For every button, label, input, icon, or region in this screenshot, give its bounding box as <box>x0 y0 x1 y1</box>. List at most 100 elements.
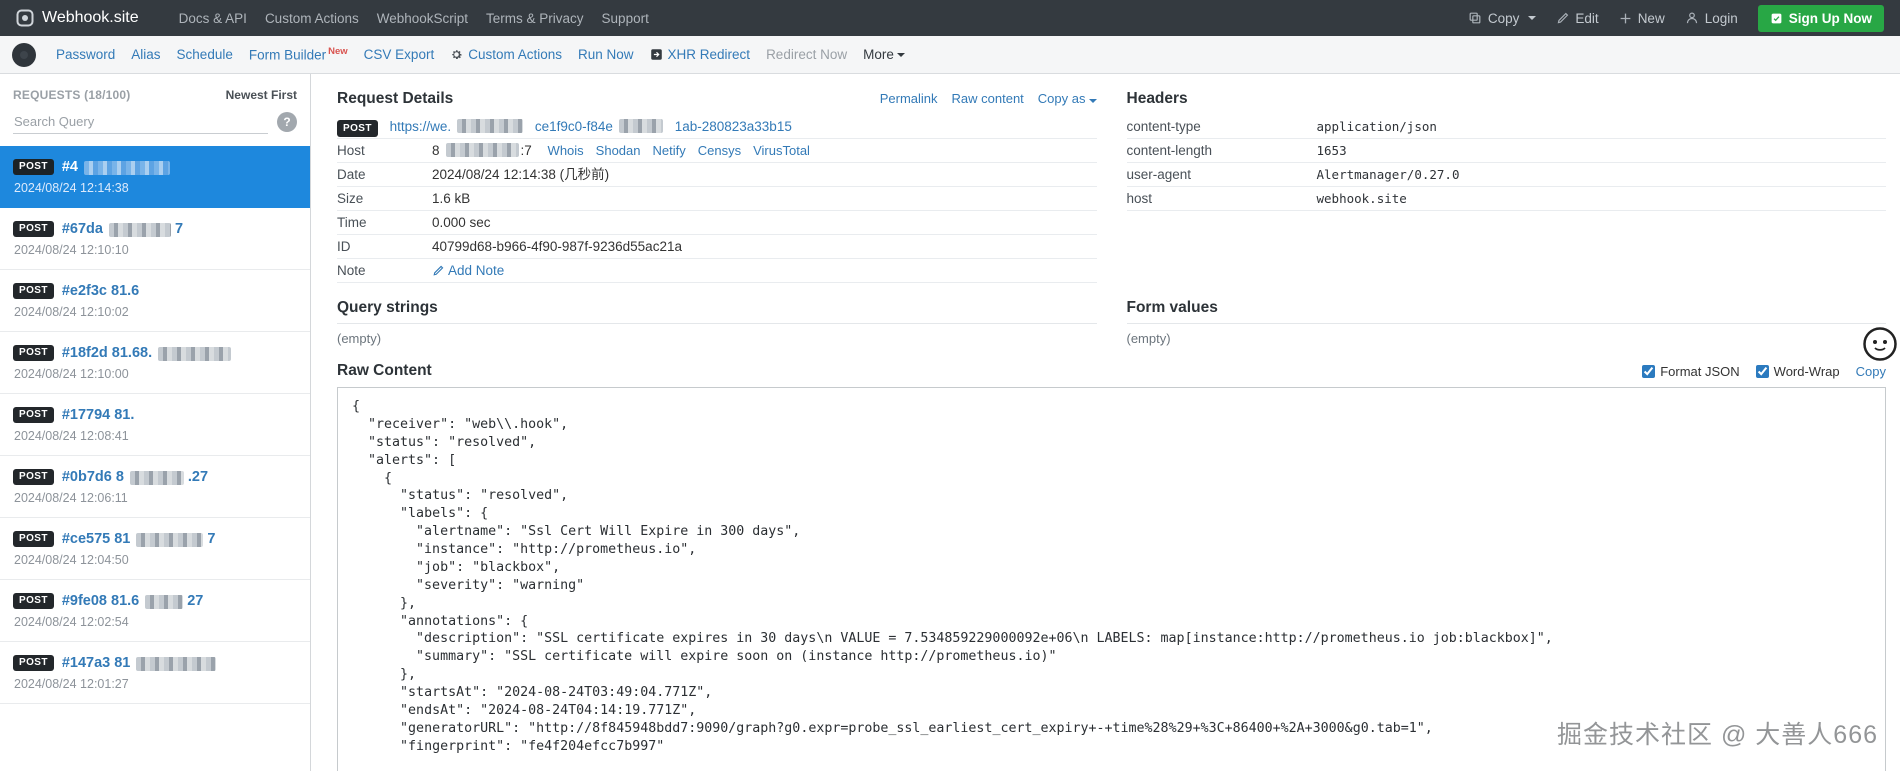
format-json-checkbox[interactable] <box>1642 365 1655 378</box>
request-time: 2024/08/24 12:04:50 <box>13 553 297 567</box>
nav-link-custom-actions[interactable]: Custom Actions <box>265 11 359 26</box>
form-values-title: Form values <box>1127 299 1887 317</box>
whois-link[interactable]: Whois <box>548 143 584 158</box>
request-list-item[interactable]: POST#18f2d 81.68. 2024/08/24 12:10:00 <box>0 332 310 394</box>
netify-link[interactable]: Netify <box>653 143 686 158</box>
toolbar-schedule[interactable]: Schedule <box>177 47 233 62</box>
header-name: content-type <box>1127 115 1317 139</box>
add-note-button[interactable]: Add Note <box>432 263 504 278</box>
method-badge: POST <box>13 593 54 609</box>
navbar-actions: Copy Edit New Login Sign Up Now <box>1468 5 1884 32</box>
copy-dropdown-button[interactable]: Copy <box>1468 11 1537 26</box>
search-input[interactable] <box>13 110 268 134</box>
request-id: 27 <box>187 593 203 609</box>
request-list-item[interactable]: POST#147a3 81 2024/08/24 12:01:27 <box>0 642 310 704</box>
requests-count-title: REQUESTS (18/100) <box>13 88 130 102</box>
toolbar-form-builder[interactable]: Form BuilderNew <box>249 46 348 63</box>
format-json-toggle[interactable]: Format JSON <box>1642 364 1739 379</box>
copy-as-label: Copy as <box>1038 91 1086 106</box>
method-badge: POST <box>13 345 54 361</box>
login-button[interactable]: Login <box>1685 11 1738 26</box>
brand-link[interactable]: Webhook.site <box>16 9 139 27</box>
time-label: Time <box>337 211 432 235</box>
toolbar-password[interactable]: Password <box>56 47 115 62</box>
request-id: #17794 81. <box>62 407 135 423</box>
redacted-blur <box>84 161 170 175</box>
request-id: #147a3 81 <box>62 655 131 671</box>
sort-toggle[interactable]: Newest First <box>226 88 297 102</box>
header-name: content-length <box>1127 139 1317 163</box>
nav-link-docs-api[interactable]: Docs & API <box>179 11 247 26</box>
webhook-logo-icon <box>16 9 34 27</box>
toolbar-custom-actions[interactable]: Custom Actions <box>450 47 562 62</box>
edit-button[interactable]: Edit <box>1556 11 1598 26</box>
request-list-item[interactable]: POST#ce575 817 2024/08/24 12:04:50 <box>0 518 310 580</box>
user-icon <box>1685 11 1699 25</box>
query-strings-section: Query strings (empty) <box>337 283 1097 350</box>
request-id: #4 <box>62 159 78 175</box>
request-time: 2024/08/24 12:10:10 <box>13 243 297 257</box>
request-list-item[interactable]: POST#e2f3c 81.6 2024/08/24 12:10:02 <box>0 270 310 332</box>
nav-link-webhookscript[interactable]: WebhookScript <box>377 11 468 26</box>
raw-content-code[interactable]: { "receiver": "web\\.hook", "status": "r… <box>337 387 1886 771</box>
id-value: 40799d68-b966-4f90-987f-9236d55ac21a <box>432 235 1097 259</box>
header-row: content-length 1653 <box>1127 139 1887 163</box>
new-button[interactable]: New <box>1619 11 1665 26</box>
time-row: Time 0.000 sec <box>337 211 1097 235</box>
help-button[interactable]: ? <box>277 112 297 132</box>
toolbar-alias[interactable]: Alias <box>131 47 160 62</box>
form-values-empty: (empty) <box>1127 324 1887 350</box>
request-time: 2024/08/24 12:08:41 <box>13 429 297 443</box>
word-wrap-checkbox[interactable] <box>1756 365 1769 378</box>
edit-icon <box>1556 12 1569 25</box>
xhr-redirect-label: XHR Redirect <box>668 47 751 62</box>
redacted-blur <box>130 471 184 485</box>
word-wrap-label: Word-Wrap <box>1774 364 1840 379</box>
method-badge: POST <box>337 120 378 137</box>
toolbar-xhr-redirect[interactable]: XHR Redirect <box>650 47 751 62</box>
pencil-icon <box>432 265 444 277</box>
redacted-blur <box>136 533 203 547</box>
request-url-link[interactable]: https://we. <box>390 119 452 134</box>
nav-link-support[interactable]: Support <box>602 11 649 26</box>
caret-down-icon <box>897 53 905 57</box>
request-list-item[interactable]: POST#4 2024/08/24 12:14:38 <box>0 146 310 208</box>
censys-link[interactable]: Censys <box>698 143 741 158</box>
request-list-item[interactable]: POST#0b7d6 8.27 2024/08/24 12:06:11 <box>0 456 310 518</box>
gear-icon <box>450 48 463 61</box>
circle-icon-button[interactable] <box>12 43 36 67</box>
nav-link-terms-privacy[interactable]: Terms & Privacy <box>486 11 584 26</box>
host-label: Host <box>337 139 432 163</box>
raw-content-link[interactable]: Raw content <box>952 91 1024 106</box>
edit-label: Edit <box>1575 11 1598 26</box>
request-token-link-1[interactable]: ce1f9c0-f84e <box>535 119 613 134</box>
toolbar-more-menu[interactable]: More <box>863 47 905 62</box>
add-note-label: Add Note <box>448 263 504 278</box>
request-list-item[interactable]: POST#67da7 2024/08/24 12:10:10 <box>0 208 310 270</box>
toolbar-redirect-now[interactable]: Redirect Now <box>766 47 847 62</box>
redacted-blur <box>136 657 216 671</box>
request-details-title: Request Details <box>337 90 453 108</box>
signup-button[interactable]: Sign Up Now <box>1758 5 1884 32</box>
redacted-blur <box>145 595 183 609</box>
request-list-item[interactable]: POST#17794 81. 2024/08/24 12:08:41 <box>0 394 310 456</box>
request-id: #18f2d 81.68. <box>62 345 152 361</box>
raw-content-title: Raw Content <box>337 362 432 380</box>
main-content: Request Details Permalink Raw content Co… <box>311 74 1900 771</box>
toolbar-run-now[interactable]: Run Now <box>578 47 634 62</box>
word-wrap-toggle[interactable]: Word-Wrap <box>1756 364 1840 379</box>
virustotal-link[interactable]: VirusTotal <box>753 143 810 158</box>
method-badge: POST <box>13 221 54 237</box>
copy-raw-link[interactable]: Copy <box>1856 364 1886 379</box>
copy-as-dropdown[interactable]: Copy as <box>1038 91 1097 106</box>
request-url-row: POST https://we. ce1f9c0-f84e 1ab-280823… <box>337 115 1097 139</box>
id-label: ID <box>337 235 432 259</box>
header-row: host webhook.site <box>1127 187 1887 211</box>
request-token-link-2[interactable]: 1ab-280823a33b15 <box>675 119 792 134</box>
permalink-link[interactable]: Permalink <box>880 91 938 106</box>
method-badge: POST <box>13 469 54 485</box>
details-table: POST https://we. ce1f9c0-f84e 1ab-280823… <box>337 115 1097 283</box>
shodan-link[interactable]: Shodan <box>596 143 641 158</box>
request-list-item[interactable]: POST#9fe08 81.627 2024/08/24 12:02:54 <box>0 580 310 642</box>
toolbar-csv-export[interactable]: CSV Export <box>364 47 435 62</box>
